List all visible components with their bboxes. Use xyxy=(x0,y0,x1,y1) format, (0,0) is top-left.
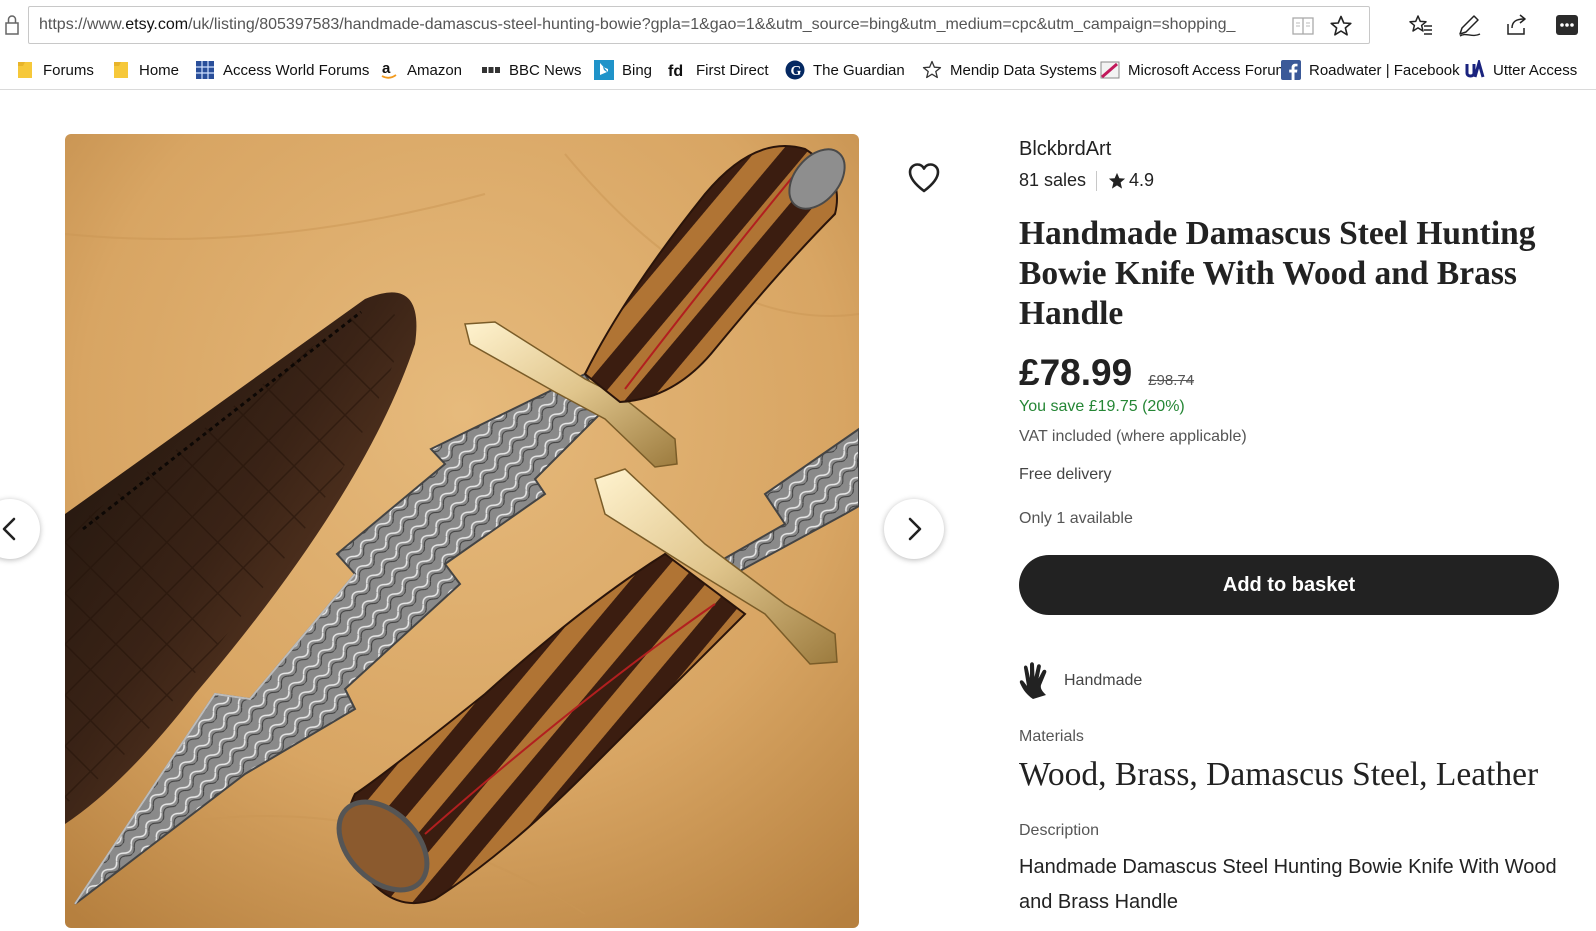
description-label: Description xyxy=(1019,822,1100,839)
bookmark-mendip-data-systems[interactable]: Mendip Data Systems xyxy=(922,58,1115,82)
notes-pen-icon[interactable] xyxy=(1456,12,1482,38)
url-input[interactable]: https://www.etsy.com/uk/listing/80539758… xyxy=(28,6,1370,44)
bbc-icon xyxy=(482,67,500,73)
favorites-icon[interactable] xyxy=(1408,12,1434,38)
grid-icon xyxy=(196,61,214,79)
hand-icon xyxy=(1019,662,1047,699)
bookmark-bbc-news[interactable]: BBC News xyxy=(481,58,582,82)
original-price: £98.74 xyxy=(1148,372,1195,389)
svg-text:fd: fd xyxy=(668,63,683,80)
bookmarks-bar: Forums Home Access World Forums a Amazon… xyxy=(0,50,1596,90)
bookmark-roadwater-facebook[interactable]: Roadwater | Facebook xyxy=(1281,58,1468,82)
shop-name-link[interactable]: BlckbrdArt xyxy=(1019,138,1111,161)
bookmark-utter-access[interactable]: Utter Access xyxy=(1465,58,1577,82)
folder-icon xyxy=(18,62,32,78)
availability-text: Only 1 available xyxy=(1019,510,1133,527)
listing-title: Handmade Damascus Steel Hunting Bowie Kn… xyxy=(1019,215,1536,332)
bookmark-bing[interactable]: Bing xyxy=(594,58,652,82)
fd-icon: fd xyxy=(668,63,683,80)
materials-value: Wood, Brass, Damascus Steel, Leather xyxy=(1019,756,1539,793)
listing-photo[interactable] xyxy=(65,134,859,928)
image-icon xyxy=(1100,61,1120,79)
description-text: Handmade Damascus Steel Hunting Bowie Kn… xyxy=(1019,856,1557,913)
facebook-icon xyxy=(1281,60,1301,80)
chevron-left-icon xyxy=(2,517,16,541)
reading-view-icon[interactable] xyxy=(1292,17,1314,35)
url-text: https://www.etsy.com/uk/listing/80539758… xyxy=(39,16,1236,33)
heart-icon[interactable] xyxy=(904,158,944,198)
bookmark-the-guardian[interactable]: G The Guardian xyxy=(785,58,905,82)
materials-label: Materials xyxy=(1019,728,1084,745)
bookmark-forums[interactable]: Forums xyxy=(15,58,94,82)
handmade-label: Handmade xyxy=(1064,672,1143,689)
next-image-button[interactable] xyxy=(884,499,944,559)
price-row: £78.99 £98.74 xyxy=(1019,352,1194,394)
star-icon xyxy=(1108,172,1126,189)
bing-icon xyxy=(594,60,614,80)
lock-icon xyxy=(5,15,19,35)
knife-product-image xyxy=(65,134,859,928)
bookmark-first-direct[interactable]: fd First Direct xyxy=(668,58,769,82)
bookmark-access-world-forums[interactable]: Access World Forums xyxy=(195,58,369,82)
vat-note: VAT included (where applicable) xyxy=(1019,428,1247,445)
bookmark-amazon[interactable]: a Amazon xyxy=(379,58,462,82)
previous-image-button[interactable] xyxy=(0,499,40,559)
svg-text:a: a xyxy=(382,60,391,77)
star-outline-icon xyxy=(922,60,942,79)
folder-icon xyxy=(114,62,128,78)
shop-stats: 81 sales 4.9 xyxy=(1019,170,1154,191)
guardian-icon: G xyxy=(785,60,805,80)
bookmark-microsoft-access-forum[interactable]: Microsoft Access Forum xyxy=(1100,58,1288,82)
ua-icon xyxy=(1465,60,1485,78)
browser-address-bar: https://www.etsy.com/uk/listing/80539758… xyxy=(0,0,1596,50)
share-icon[interactable] xyxy=(1504,12,1530,38)
sales-count: 81 sales xyxy=(1019,170,1087,190)
bookmark-home[interactable]: Home xyxy=(111,58,179,82)
add-to-basket-button[interactable]: Add to basket xyxy=(1019,555,1559,615)
delivery-info: Free delivery xyxy=(1019,466,1112,483)
amazon-icon: a xyxy=(381,60,397,79)
more-options-icon[interactable] xyxy=(1554,12,1580,38)
shop-rating[interactable]: 4.9 xyxy=(1129,170,1154,191)
svg-text:G: G xyxy=(791,64,802,79)
divider xyxy=(1096,170,1098,191)
savings-text: You save £19.75 (20%) xyxy=(1019,398,1185,415)
current-price: £78.99 xyxy=(1019,352,1133,393)
add-favorite-star-icon[interactable] xyxy=(1329,14,1353,38)
chevron-right-icon xyxy=(908,517,922,541)
